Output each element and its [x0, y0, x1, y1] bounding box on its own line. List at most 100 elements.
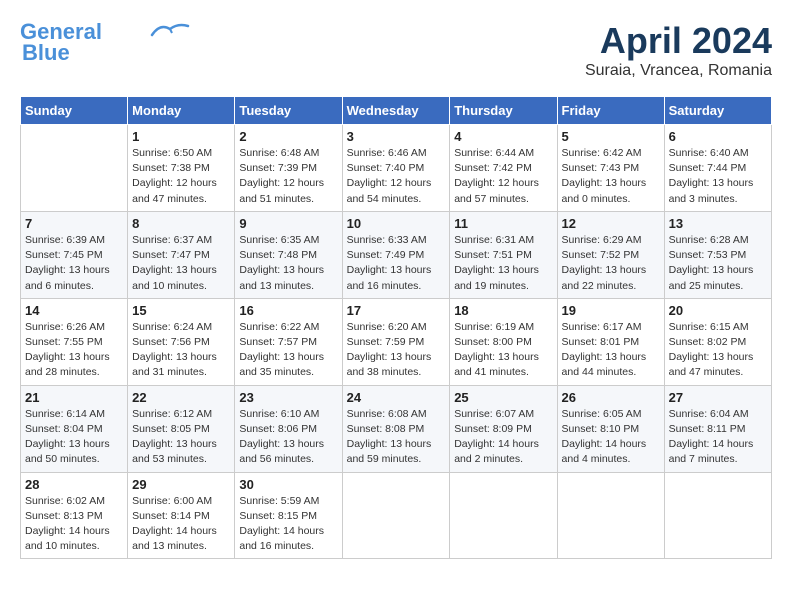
calendar-week-row: 28 Sunrise: 6:02 AMSunset: 8:13 PMDayligh…	[21, 472, 772, 559]
day-number: 15	[132, 303, 230, 318]
calendar-cell: 11 Sunrise: 6:31 AMSunset: 7:51 PMDayligh…	[450, 211, 557, 298]
day-info: Sunrise: 6:50 AMSunset: 7:38 PMDaylight:…	[132, 146, 230, 207]
day-number: 17	[347, 303, 446, 318]
calendar-cell: 15 Sunrise: 6:24 AMSunset: 7:56 PMDayligh…	[128, 298, 235, 385]
calendar-cell: 12Sunrise: 6:29 AMSunset: 7:52 PMDayligh…	[557, 211, 664, 298]
calendar-week-row: 14Sunrise: 6:26 AMSunset: 7:55 PMDayligh…	[21, 298, 772, 385]
day-number: 13	[669, 216, 767, 231]
calendar-cell: 6Sunrise: 6:40 AMSunset: 7:44 PMDaylight…	[664, 125, 771, 212]
calendar-cell: 16 Sunrise: 6:22 AMSunset: 7:57 PMDayligh…	[235, 298, 342, 385]
day-number: 26	[562, 390, 660, 405]
day-info: Sunrise: 6:22 AMSunset: 7:57 PMDaylight:…	[239, 320, 337, 381]
calendar-cell: 26 Sunrise: 6:05 AMSunset: 8:10 PMDayligh…	[557, 385, 664, 472]
day-info: Sunrise: 6:00 AMSunset: 8:14 PMDaylight:…	[132, 494, 230, 555]
day-number: 8	[132, 216, 230, 231]
day-info: Sunrise: 6:37 AMSunset: 7:47 PMDaylight:…	[132, 233, 230, 294]
day-number: 27	[669, 390, 767, 405]
calendar-cell	[342, 472, 450, 559]
weekday-header-friday: Friday	[557, 97, 664, 125]
day-info: Sunrise: 6:19 AMSunset: 8:00 PMDaylight:…	[454, 320, 552, 381]
day-info: Sunrise: 6:14 AMSunset: 8:04 PMDaylight:…	[25, 407, 123, 468]
calendar-cell	[450, 472, 557, 559]
day-number: 7	[25, 216, 123, 231]
month-title: April 2024	[585, 20, 772, 62]
calendar-cell: 27 Sunrise: 6:04 AMSunset: 8:11 PMDayligh…	[664, 385, 771, 472]
calendar-cell: 4 Sunrise: 6:44 AMSunset: 7:42 PMDaylight…	[450, 125, 557, 212]
calendar-cell: 23 Sunrise: 6:10 AMSunset: 8:06 PMDayligh…	[235, 385, 342, 472]
day-info: Sunrise: 6:05 AMSunset: 8:10 PMDaylight:…	[562, 407, 660, 468]
day-info: Sunrise: 6:35 AMSunset: 7:48 PMDaylight:…	[239, 233, 337, 294]
day-number: 30	[239, 477, 337, 492]
day-info: Sunrise: 6:29 AMSunset: 7:52 PMDaylight:…	[562, 233, 660, 294]
day-number: 1	[132, 129, 230, 144]
day-info: Sunrise: 6:07 AMSunset: 8:09 PMDaylight:…	[454, 407, 552, 468]
calendar-cell: 14Sunrise: 6:26 AMSunset: 7:55 PMDayligh…	[21, 298, 128, 385]
calendar-cell: 30Sunrise: 5:59 AMSunset: 8:15 PMDayligh…	[235, 472, 342, 559]
logo-blue: Blue	[22, 40, 70, 66]
day-info: Sunrise: 6:10 AMSunset: 8:06 PMDaylight:…	[239, 407, 337, 468]
calendar-cell: 18 Sunrise: 6:19 AMSunset: 8:00 PMDayligh…	[450, 298, 557, 385]
calendar-cell: 9 Sunrise: 6:35 AMSunset: 7:48 PMDaylight…	[235, 211, 342, 298]
day-number: 28	[25, 477, 123, 492]
calendar-cell	[557, 472, 664, 559]
calendar-cell: 25 Sunrise: 6:07 AMSunset: 8:09 PMDayligh…	[450, 385, 557, 472]
logo: General Blue	[20, 20, 190, 66]
day-info: Sunrise: 6:08 AMSunset: 8:08 PMDaylight:…	[347, 407, 446, 468]
day-info: Sunrise: 6:46 AMSunset: 7:40 PMDaylight:…	[347, 146, 446, 207]
title-area: April 2024 Suraia, Vrancea, Romania	[585, 20, 772, 80]
calendar-header-row: SundayMondayTuesdayWednesdayThursdayFrid…	[21, 97, 772, 125]
day-info: Sunrise: 6:12 AMSunset: 8:05 PMDaylight:…	[132, 407, 230, 468]
weekday-header-monday: Monday	[128, 97, 235, 125]
calendar-cell: 13Sunrise: 6:28 AMSunset: 7:53 PMDayligh…	[664, 211, 771, 298]
weekday-header-sunday: Sunday	[21, 97, 128, 125]
day-info: Sunrise: 6:17 AMSunset: 8:01 PMDaylight:…	[562, 320, 660, 381]
day-info: Sunrise: 6:20 AMSunset: 7:59 PMDaylight:…	[347, 320, 446, 381]
day-info: Sunrise: 6:44 AMSunset: 7:42 PMDaylight:…	[454, 146, 552, 207]
day-number: 29	[132, 477, 230, 492]
day-info: Sunrise: 6:04 AMSunset: 8:11 PMDaylight:…	[669, 407, 767, 468]
calendar-cell: 28 Sunrise: 6:02 AMSunset: 8:13 PMDayligh…	[21, 472, 128, 559]
calendar-cell: 1 Sunrise: 6:50 AMSunset: 7:38 PMDaylight…	[128, 125, 235, 212]
calendar-cell: 20 Sunrise: 6:15 AMSunset: 8:02 PMDayligh…	[664, 298, 771, 385]
day-number: 24	[347, 390, 446, 405]
calendar-cell: 8 Sunrise: 6:37 AMSunset: 7:47 PMDaylight…	[128, 211, 235, 298]
calendar-cell: 17 Sunrise: 6:20 AMSunset: 7:59 PMDayligh…	[342, 298, 450, 385]
calendar-cell: 19 Sunrise: 6:17 AMSunset: 8:01 PMDayligh…	[557, 298, 664, 385]
calendar-cell: 22 Sunrise: 6:12 AMSunset: 8:05 PMDayligh…	[128, 385, 235, 472]
calendar-cell	[21, 125, 128, 212]
calendar-cell: 24 Sunrise: 6:08 AMSunset: 8:08 PMDayligh…	[342, 385, 450, 472]
day-number: 20	[669, 303, 767, 318]
day-info: Sunrise: 6:48 AMSunset: 7:39 PMDaylight:…	[239, 146, 337, 207]
calendar-cell: 10Sunrise: 6:33 AMSunset: 7:49 PMDayligh…	[342, 211, 450, 298]
calendar-cell: 5 Sunrise: 6:42 AMSunset: 7:43 PMDaylight…	[557, 125, 664, 212]
logo-bird-icon	[150, 21, 190, 39]
day-info: Sunrise: 6:24 AMSunset: 7:56 PMDaylight:…	[132, 320, 230, 381]
day-info: Sunrise: 6:42 AMSunset: 7:43 PMDaylight:…	[562, 146, 660, 207]
day-number: 4	[454, 129, 552, 144]
day-number: 19	[562, 303, 660, 318]
calendar-week-row: 21 Sunrise: 6:14 AMSunset: 8:04 PMDayligh…	[21, 385, 772, 472]
day-info: Sunrise: 6:15 AMSunset: 8:02 PMDaylight:…	[669, 320, 767, 381]
calendar-week-row: 7Sunrise: 6:39 AMSunset: 7:45 PMDaylight…	[21, 211, 772, 298]
day-number: 18	[454, 303, 552, 318]
weekday-header-wednesday: Wednesday	[342, 97, 450, 125]
day-info: Sunrise: 6:02 AMSunset: 8:13 PMDaylight:…	[25, 494, 123, 555]
day-number: 21	[25, 390, 123, 405]
calendar-cell	[664, 472, 771, 559]
calendar-cell: 3Sunrise: 6:46 AMSunset: 7:40 PMDaylight…	[342, 125, 450, 212]
day-number: 5	[562, 129, 660, 144]
day-number: 25	[454, 390, 552, 405]
day-number: 16	[239, 303, 337, 318]
day-number: 22	[132, 390, 230, 405]
calendar-cell: 29 Sunrise: 6:00 AMSunset: 8:14 PMDayligh…	[128, 472, 235, 559]
day-info: Sunrise: 6:40 AMSunset: 7:44 PMDaylight:…	[669, 146, 767, 207]
day-info: Sunrise: 6:31 AMSunset: 7:51 PMDaylight:…	[454, 233, 552, 294]
day-number: 9	[239, 216, 337, 231]
calendar-cell: 7Sunrise: 6:39 AMSunset: 7:45 PMDaylight…	[21, 211, 128, 298]
calendar-cell: 21 Sunrise: 6:14 AMSunset: 8:04 PMDayligh…	[21, 385, 128, 472]
day-number: 23	[239, 390, 337, 405]
day-number: 2	[239, 129, 337, 144]
day-number: 10	[347, 216, 446, 231]
calendar-cell: 2 Sunrise: 6:48 AMSunset: 7:39 PMDaylight…	[235, 125, 342, 212]
day-number: 11	[454, 216, 552, 231]
